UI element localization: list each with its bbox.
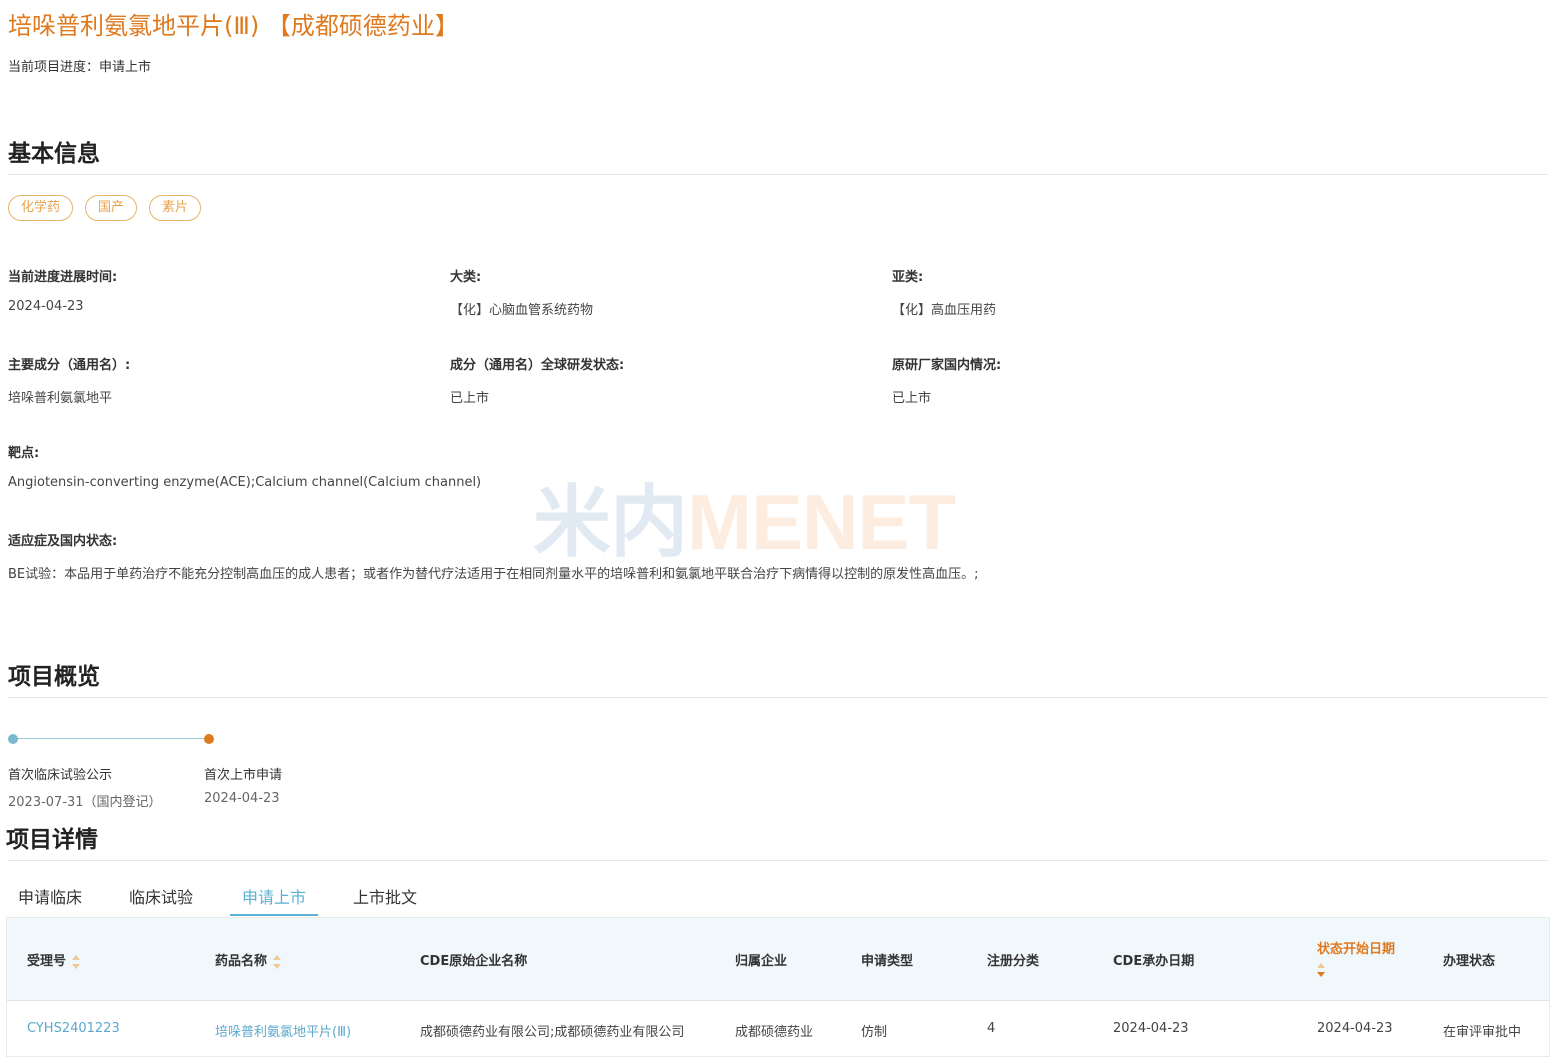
field-label: 适应症及国内状态: bbox=[8, 534, 118, 549]
overview-heading: 项目概览 bbox=[8, 664, 100, 690]
field-value: Angiotensin-converting enzyme(ACE);Calci… bbox=[8, 475, 482, 490]
field-target: 靶点: Angiotensin-converting enzyme(ACE);C… bbox=[8, 442, 481, 490]
col-cde-company: CDE原始企业名称 bbox=[420, 954, 528, 969]
field-label: 主要成分（通用名）: bbox=[8, 358, 131, 373]
tab-apply-market[interactable]: 申请上市 bbox=[230, 880, 319, 916]
milestone-timeline: 首次临床试验公示 2023-07-31（国内登记） 首次上市申请 2024-04… bbox=[8, 730, 328, 810]
sort-icon[interactable] bbox=[72, 954, 81, 969]
milestone-date: 2023-07-31（国内登记） bbox=[8, 795, 162, 810]
cell-status-start-date: 2024-04-23 bbox=[1317, 1021, 1393, 1036]
tag-chemical-drug: 化学药 bbox=[8, 195, 74, 221]
field-label: 亚类: bbox=[892, 270, 924, 285]
field-label: 成分（通用名）全球研发状态: bbox=[450, 358, 625, 373]
sort-icon[interactable] bbox=[1317, 963, 1325, 977]
col-reg-class: 注册分类 bbox=[987, 954, 1040, 969]
field-ingredient: 主要成分（通用名）: 培哚普利氨氯地平 bbox=[8, 354, 130, 406]
field-label: 原研厂家国内情况: bbox=[892, 358, 1002, 373]
page: 培哚普利氨氯地平片(Ⅲ) 【成都硕德药业】 当前项目进度：申请上市 基本信息 化… bbox=[0, 0, 1552, 1060]
basic-info-divider bbox=[8, 174, 1548, 175]
field-category: 大类: 【化】心脑血管系统药物 bbox=[450, 266, 593, 318]
milestone-date: 2024-04-23 bbox=[204, 791, 280, 806]
col-accept-no[interactable]: 受理号 bbox=[27, 950, 81, 969]
col-process-status: 办理状态 bbox=[1443, 954, 1496, 969]
col-label: 药品名称 bbox=[215, 954, 268, 969]
cell-accept-no-link[interactable]: CYHS2401223 bbox=[27, 1021, 120, 1036]
details-heading: 项目详情 bbox=[6, 827, 98, 853]
field-value: 【化】心脑血管系统药物 bbox=[450, 303, 594, 318]
field-value: 已上市 bbox=[892, 391, 932, 406]
field-value: 2024-04-23 bbox=[8, 299, 84, 314]
page-title: 培哚普利氨氯地平片(Ⅲ) 【成都硕德药业】 bbox=[8, 12, 459, 40]
tag-list: 化学药 国产 素片 bbox=[8, 195, 202, 221]
milestone-dot bbox=[8, 734, 18, 744]
field-global-status: 成分（通用名）全球研发状态: 已上市 bbox=[450, 354, 624, 406]
tab-clinical-trial[interactable]: 临床试验 bbox=[129, 880, 193, 916]
col-apply-type: 申请类型 bbox=[861, 954, 914, 969]
cell-reg-class: 4 bbox=[987, 1021, 996, 1036]
cell-apply-type: 仿制 bbox=[861, 1025, 888, 1040]
milestone-label: 首次临床试验公示 bbox=[8, 768, 113, 783]
col-status-start-date[interactable]: 状态开始日期 bbox=[1317, 938, 1395, 977]
col-drug-name[interactable]: 药品名称 bbox=[215, 950, 282, 969]
current-progress-value: 申请上市 bbox=[99, 60, 152, 75]
field-originator-status: 原研厂家国内情况: 已上市 bbox=[892, 354, 1001, 406]
details-divider bbox=[8, 860, 1548, 861]
field-value: BE试验：本品用于单药治疗不能充分控制高血压的成人患者；或者作为替代疗法适用于在… bbox=[8, 567, 979, 582]
cell-owner-company: 成都硕德药业 bbox=[735, 1025, 814, 1040]
tab-apply-clinical[interactable]: 申请临床 bbox=[18, 880, 82, 916]
table-header: 受理号 药品名称 CDE原始企业名称 归属企业 申请类型 注册分类 CDE承办日… bbox=[7, 918, 1549, 1001]
field-label: 当前进度进展时间: bbox=[8, 270, 118, 285]
field-subcategory: 亚类: 【化】高血压用药 bbox=[892, 266, 996, 318]
field-value: 已上市 bbox=[450, 391, 490, 406]
cell-process-status: 在审评审批中 bbox=[1443, 1025, 1522, 1040]
current-progress-label: 当前项目进度： bbox=[8, 60, 100, 75]
col-cde-date: CDE承办日期 bbox=[1113, 954, 1195, 969]
col-label: 状态开始日期 bbox=[1317, 942, 1396, 957]
field-indication: 适应症及国内状态: BE试验：本品用于单药治疗不能充分控制高血压的成人患者；或者… bbox=[8, 530, 979, 582]
field-value: 【化】高血压用药 bbox=[892, 303, 997, 318]
tag-plain-tablet: 素片 bbox=[149, 195, 202, 221]
sort-icon[interactable] bbox=[273, 954, 282, 969]
field-label: 靶点: bbox=[8, 446, 40, 461]
timeline-line bbox=[13, 738, 209, 739]
col-owner-company: 归属企业 bbox=[735, 954, 788, 969]
overview-divider bbox=[8, 697, 1548, 698]
current-progress: 当前项目进度：申请上市 bbox=[8, 56, 151, 75]
table-row: CYHS2401223 培哚普利氨氯地平片(Ⅲ) 成都硕德药业有限公司;成都硕德… bbox=[7, 1001, 1549, 1055]
cell-drug-name-link[interactable]: 培哚普利氨氯地平片(Ⅲ) bbox=[215, 1021, 351, 1040]
field-progress-time: 当前进度进展时间: 2024-04-23 bbox=[8, 266, 117, 314]
field-label: 大类: bbox=[450, 270, 482, 285]
basic-info-heading: 基本信息 bbox=[8, 141, 100, 167]
tab-market-approval[interactable]: 上市批文 bbox=[353, 880, 417, 916]
tag-domestic: 国产 bbox=[85, 195, 138, 221]
field-value: 培哚普利氨氯地平 bbox=[8, 391, 113, 406]
details-table: 受理号 药品名称 CDE原始企业名称 归属企业 申请类型 注册分类 CDE承办日… bbox=[6, 917, 1550, 1057]
cell-cde-date: 2024-04-23 bbox=[1113, 1021, 1189, 1036]
milestone-label: 首次上市申请 bbox=[204, 768, 283, 783]
col-label: 受理号 bbox=[27, 954, 67, 969]
milestone-dot-current bbox=[204, 734, 214, 744]
cell-cde-company: 成都硕德药业有限公司;成都硕德药业有限公司 bbox=[420, 1025, 685, 1040]
